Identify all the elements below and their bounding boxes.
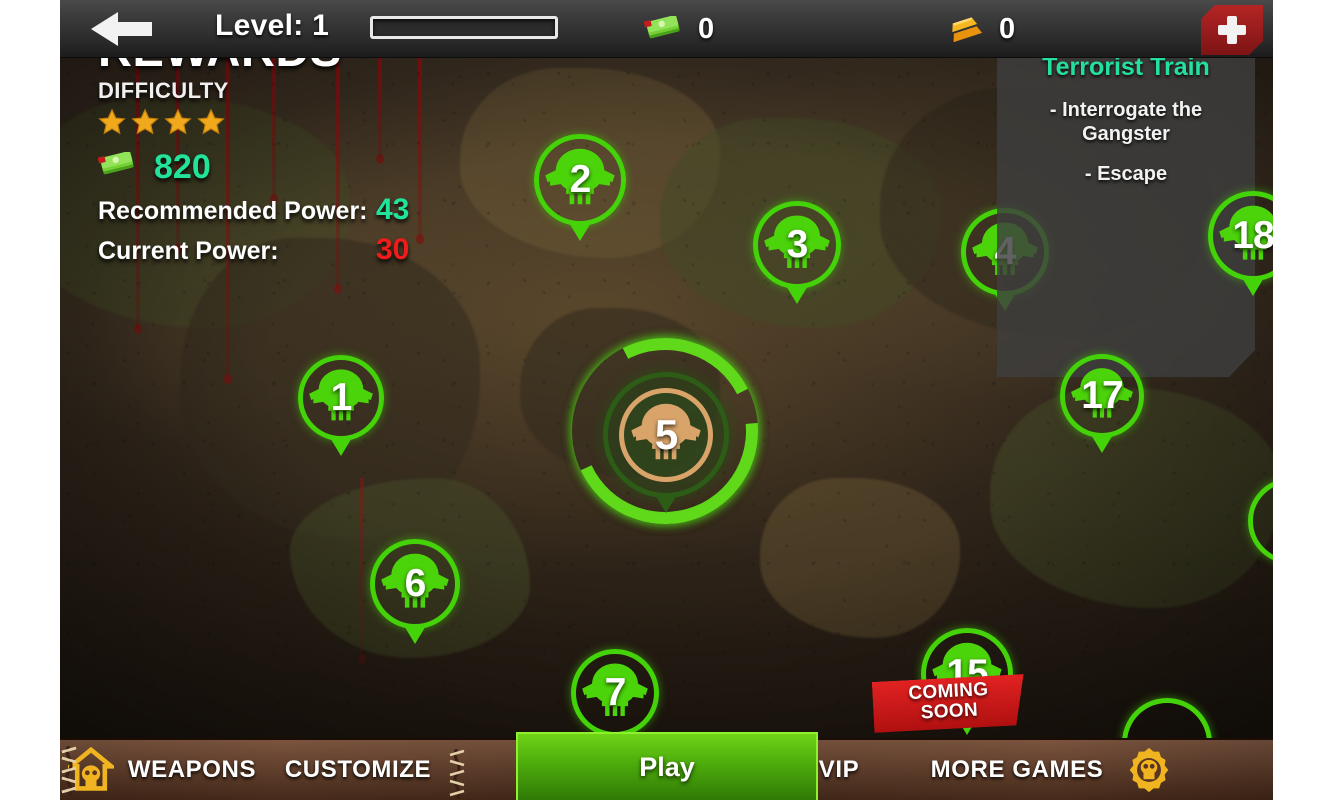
node-pin xyxy=(1241,276,1265,296)
cash-reward-amount: 820 xyxy=(154,148,211,186)
back-arrow-icon[interactable] xyxy=(88,9,154,49)
gold-amount: 0 xyxy=(999,12,1016,45)
add-currency-button[interactable] xyxy=(1201,5,1263,55)
cash-amount: 0 xyxy=(698,12,715,45)
gear-skull-icon[interactable] xyxy=(1124,745,1174,795)
level-label: Level: 1 xyxy=(215,9,330,42)
node-number: 18 xyxy=(1232,214,1273,257)
node-pin xyxy=(329,436,353,456)
nav-customize-label: CUSTOMIZE xyxy=(284,756,432,783)
blood-drip xyxy=(358,478,366,664)
node-number: 17 xyxy=(1081,374,1123,417)
node-number: 7 xyxy=(604,671,627,714)
game-screen: 1 2 3 4 xyxy=(60,0,1273,800)
nav-more-games-label: MORE GAMES xyxy=(930,756,1104,783)
gold-bars-icon xyxy=(945,16,985,43)
node-pin xyxy=(1090,433,1114,453)
node-number: 2 xyxy=(569,158,592,201)
star-icon xyxy=(98,108,126,136)
node-pin xyxy=(654,493,678,513)
star-icon xyxy=(131,108,159,136)
rewards-panel: REWARDS DIFFICULTY 820 xyxy=(97,26,498,267)
mission-node-17[interactable]: 17 xyxy=(1060,354,1144,453)
cash-reward-row: 820 xyxy=(97,148,498,187)
recommended-power-row: Recommended Power: 43 xyxy=(98,193,498,227)
play-button-label: Play xyxy=(639,751,695,782)
cash-counter[interactable]: 0 xyxy=(643,10,715,48)
node-number: 6 xyxy=(404,562,427,605)
stitch-divider xyxy=(60,745,78,797)
coming-soon-badge: COMING SOON xyxy=(872,674,1026,733)
cash-stack-icon xyxy=(643,15,684,42)
difficulty-label: DIFFICULTY xyxy=(98,78,229,103)
mission-node-partial-right[interactable] xyxy=(1248,478,1273,564)
nav-vip-label: VIP xyxy=(818,756,860,783)
current-power-row: Current Power: 30 xyxy=(98,233,498,267)
current-power-value: 30 xyxy=(376,233,410,266)
recommended-power-value: 43 xyxy=(376,193,410,226)
node-number: 5 xyxy=(654,411,678,458)
node-ring xyxy=(1122,698,1212,738)
recommended-power-label: Recommended Power: xyxy=(98,197,368,225)
mission-objective-1: - Interrogate the Gangster xyxy=(1049,98,1203,145)
node-pin xyxy=(568,221,592,241)
mission-node-18[interactable]: 18 xyxy=(1208,191,1273,296)
mission-node-3[interactable]: 3 xyxy=(753,201,841,304)
node-pin xyxy=(403,624,427,644)
node-number: 3 xyxy=(786,223,809,266)
nav-weapons[interactable]: WEAPONS xyxy=(116,740,268,800)
difficulty-stars xyxy=(98,108,498,136)
mission-node-1[interactable]: 1 xyxy=(298,355,384,456)
star-icon xyxy=(197,108,225,136)
top-hud-bar: Level: 1 0 0 xyxy=(60,0,1273,58)
node-number: 1 xyxy=(330,376,353,419)
nav-weapons-label: WEAPONS xyxy=(127,756,257,783)
nav-customize[interactable]: CUSTOMIZE xyxy=(268,740,448,800)
stitch-divider xyxy=(448,747,466,800)
node-pin xyxy=(785,284,809,304)
node-ring xyxy=(1248,478,1273,564)
star-icon xyxy=(164,108,192,136)
gold-counter[interactable]: 0 xyxy=(945,10,1015,48)
xp-progress-bar xyxy=(370,16,558,39)
landmass xyxy=(760,478,960,638)
plus-icon xyxy=(1218,16,1246,44)
mission-node-5-selected[interactable]: 5 xyxy=(603,372,729,513)
cash-stack-icon xyxy=(97,151,138,183)
nav-more-games[interactable]: MORE GAMES xyxy=(910,740,1124,800)
mission-node-partial-bottom[interactable] xyxy=(1122,698,1212,738)
mission-node-7[interactable]: 7 xyxy=(571,649,659,738)
mission-title: Terrorist Train xyxy=(1042,53,1210,81)
current-power-label: Current Power: xyxy=(98,237,279,265)
mission-node-2[interactable]: 2 xyxy=(534,134,626,241)
mission-objective-2: - Escape xyxy=(1084,162,1168,185)
play-button[interactable]: Play xyxy=(516,732,818,800)
mission-node-6[interactable]: 6 xyxy=(370,539,460,644)
